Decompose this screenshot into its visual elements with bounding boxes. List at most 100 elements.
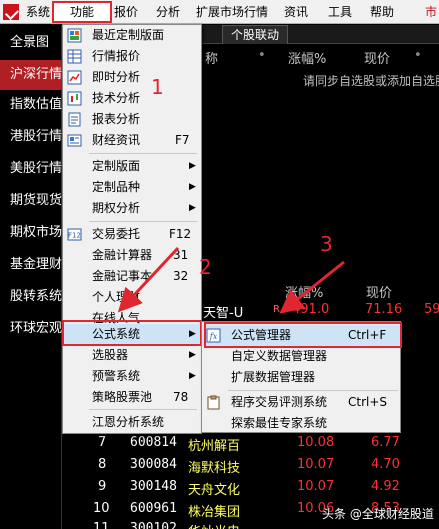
menu-item-recent-layout[interactable]: 最近定制版面 bbox=[63, 25, 201, 46]
tab-stock-linkage[interactable]: 个股联动 bbox=[222, 25, 289, 44]
menu-item-gann-analysis[interactable]: 江恩分析系统 bbox=[63, 412, 201, 433]
submenu-arrow-icon: ▶ bbox=[189, 329, 196, 339]
menu-item-custom-data-manager[interactable]: 自定义数据管理器 bbox=[202, 346, 400, 367]
sidebar-item-sh-sz[interactable]: 沪深行情 bbox=[0, 60, 62, 90]
menu-item-strategy-pool[interactable]: 策略股票池 78 bbox=[63, 387, 201, 408]
sidebar-item-us[interactable]: 美股行情 bbox=[0, 154, 62, 184]
annotation-step-2: 2 bbox=[199, 255, 212, 279]
menu-item-formula-system[interactable]: 公式系统 ▶ bbox=[63, 324, 201, 345]
menu-item-personal-finance[interactable]: 个人理财 bbox=[63, 287, 201, 308]
row-change: 491.0 bbox=[292, 302, 330, 317]
row-price: 4.92 bbox=[371, 479, 400, 494]
menu-item-extended-data-manager[interactable]: 扩展数据管理器 bbox=[202, 367, 400, 388]
sidebar-item-index-valuation[interactable]: 指数估值 bbox=[0, 90, 62, 120]
menu-system[interactable]: 系统 bbox=[26, 0, 50, 24]
function-menu: 最近定制版面 行情报价 即时分析 技术分析 报表分析 财经资讯 F7 定制版面 … bbox=[62, 24, 202, 434]
menu-help[interactable]: 帮助 bbox=[370, 0, 394, 24]
menu-tools[interactable]: 工具 bbox=[328, 0, 352, 24]
col-header-name[interactable]: 称 bbox=[205, 48, 218, 67]
formula-fx-icon: fx bbox=[206, 328, 221, 343]
sidebar-item-hk[interactable]: 港股行情 bbox=[0, 122, 62, 152]
submenu-arrow-icon: ▶ bbox=[189, 371, 196, 381]
sidebar: 全景图 沪深行情 指数估值 港股行情 美股行情 期货现货 期权市场 基金理财 股… bbox=[0, 25, 62, 529]
row-code: 600814 bbox=[130, 435, 177, 450]
row-name: 华灿光电 bbox=[188, 521, 240, 529]
menu-item-financial-news[interactable]: 财经资讯 F7 bbox=[63, 130, 201, 151]
row-price: 71.16 bbox=[365, 302, 403, 317]
svg-text:fx: fx bbox=[209, 332, 218, 341]
row-code: 300102 bbox=[130, 521, 177, 529]
menu-extended-market[interactable]: 扩展市场行情 bbox=[196, 0, 268, 24]
row-code: 300148 bbox=[130, 479, 177, 494]
annotation-step-1: 1 bbox=[151, 75, 164, 99]
submenu-arrow-icon: ▶ bbox=[189, 161, 196, 171]
tab-strip: 个股联动 bbox=[200, 25, 439, 44]
row-name: 天智-U bbox=[203, 306, 244, 321]
menu-item-stock-screener[interactable]: 选股器 ▶ bbox=[63, 345, 201, 366]
row-code: 600961 bbox=[130, 501, 177, 516]
menu-separator bbox=[228, 390, 398, 391]
row-index: 10 bbox=[93, 501, 110, 516]
menu-item-formula-manager[interactable]: fx 公式管理器 Ctrl+F bbox=[202, 325, 400, 346]
menu-news[interactable]: 资讯 bbox=[284, 0, 308, 24]
sidebar-item-neeq[interactable]: 股转系统 bbox=[0, 282, 62, 312]
menu-market-truncated[interactable]: 市 bbox=[425, 0, 439, 24]
menu-item-report-analysis[interactable]: 报表分析 bbox=[63, 109, 201, 130]
menu-item-alert-system[interactable]: 预警系统 ▶ bbox=[63, 366, 201, 387]
clipboard-icon bbox=[207, 395, 220, 410]
col-header-dot: • bbox=[258, 48, 266, 63]
menu-item-technical-analysis[interactable]: 技术分析 bbox=[63, 88, 201, 109]
sidebar-item-global-macro[interactable]: 环球宏观 bbox=[0, 314, 62, 344]
row-change: 10.07 bbox=[297, 479, 335, 494]
col-header-price[interactable]: 现价 bbox=[364, 48, 390, 67]
menu-item-custom-symbols[interactable]: 定制品种 ▶ bbox=[63, 177, 201, 198]
menu-bar: 系统 功能 报价 分析 扩展市场行情 资讯 工具 帮助 市 bbox=[0, 0, 439, 24]
f12-key-icon: F12 bbox=[67, 228, 82, 241]
col-header-dot2: • bbox=[414, 48, 422, 63]
sidebar-item-options[interactable]: 期权市场 bbox=[0, 218, 62, 248]
menu-item-notebook[interactable]: 金融记事本 32 bbox=[63, 266, 201, 287]
row-change: 10.07 bbox=[297, 457, 335, 472]
row-code: 300084 bbox=[130, 457, 177, 472]
row-change: 10.08 bbox=[297, 435, 335, 450]
row-flag: R bbox=[273, 304, 280, 315]
menu-item-expert-system[interactable]: 探索最佳专家系统 bbox=[202, 413, 400, 434]
formula-submenu: fx 公式管理器 Ctrl+F 自定义数据管理器 扩展数据管理器 程序交易评测系… bbox=[201, 321, 401, 433]
row-index: 8 bbox=[98, 457, 107, 472]
menu-separator bbox=[89, 409, 197, 410]
annotation-step-3: 3 bbox=[320, 232, 333, 256]
row-index: 7 bbox=[98, 435, 107, 450]
sidebar-item-funds[interactable]: 基金理财 bbox=[0, 250, 62, 280]
menu-item-program-trading-eval[interactable]: 程序交易评测系统 Ctrl+S bbox=[202, 392, 400, 413]
line-chart-icon bbox=[67, 70, 82, 85]
layout-icon bbox=[67, 28, 82, 43]
submenu-arrow-icon: ▶ bbox=[189, 350, 196, 360]
menu-separator bbox=[89, 221, 197, 222]
submenu-arrow-icon: ▶ bbox=[189, 203, 196, 213]
watermark: 头条 @全球财经股道 bbox=[322, 507, 434, 521]
menu-item-calculator[interactable]: 金融计算器 31 bbox=[63, 245, 201, 266]
menu-function[interactable]: 功能 bbox=[70, 0, 94, 24]
row-index: 11 bbox=[93, 521, 110, 529]
menu-item-option-analysis[interactable]: 期权分析 ▶ bbox=[63, 198, 201, 219]
candlestick-icon bbox=[67, 91, 82, 106]
menu-item-quotes[interactable]: 行情报价 bbox=[63, 46, 201, 67]
menu-item-trade-order[interactable]: F12 交易委托 F12 bbox=[63, 224, 201, 245]
svg-text:F12: F12 bbox=[68, 232, 81, 240]
menu-quote[interactable]: 报价 bbox=[114, 0, 138, 24]
news-icon bbox=[67, 134, 82, 147]
app-logo-icon bbox=[3, 4, 19, 20]
menu-item-custom-layout[interactable]: 定制版面 ▶ bbox=[63, 156, 201, 177]
sidebar-item-panorama[interactable]: 全景图 bbox=[0, 28, 62, 58]
col-header-change-2[interactable]: 涨幅% bbox=[285, 282, 323, 301]
col-header-change[interactable]: 涨幅% bbox=[288, 48, 326, 67]
row-extra: 59 bbox=[424, 302, 439, 317]
submenu-arrow-icon: ▶ bbox=[189, 182, 196, 192]
sidebar-item-futures[interactable]: 期货现货 bbox=[0, 186, 62, 216]
row-index: 9 bbox=[98, 479, 107, 494]
row-price: 4.70 bbox=[371, 457, 400, 472]
menu-analysis[interactable]: 分析 bbox=[156, 0, 180, 24]
menu-separator bbox=[89, 153, 197, 154]
menu-item-realtime-analysis[interactable]: 即时分析 bbox=[63, 67, 201, 88]
col-header-price-2[interactable]: 现价 bbox=[366, 282, 392, 301]
